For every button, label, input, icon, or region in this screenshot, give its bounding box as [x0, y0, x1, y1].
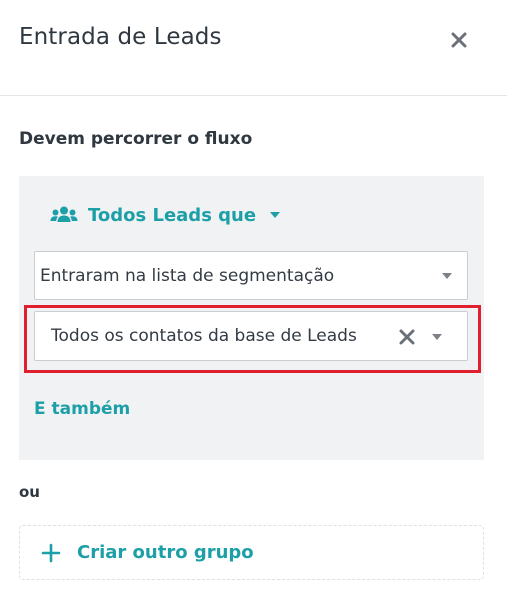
- condition-group: Todos Leads que Entraram na lista de seg…: [19, 176, 484, 460]
- group-header-dropdown[interactable]: Todos Leads que: [50, 202, 281, 228]
- close-icon[interactable]: [446, 27, 472, 53]
- condition-select-value: Entraram na lista de segmentação: [40, 265, 335, 286]
- panel-header: Entrada de Leads: [0, 0, 507, 96]
- create-group-button[interactable]: Criar outro grupo: [19, 525, 484, 580]
- section-label: Devem percorrer o fluxo: [19, 129, 253, 149]
- segmentation-condition-select[interactable]: Entraram na lista de segmentação: [34, 251, 468, 300]
- or-separator: ou: [19, 483, 40, 501]
- and-also-link[interactable]: E também: [34, 399, 130, 419]
- dropdown-arrow-icon: [442, 273, 452, 279]
- caret-down-icon: [270, 212, 281, 218]
- list-select-value: Todos os contatos da base de Leads: [51, 326, 357, 346]
- create-group-label: Criar outro grupo: [77, 542, 254, 563]
- plus-icon: [41, 543, 61, 562]
- segmentation-list-select[interactable]: Todos os contatos da base de Leads: [34, 311, 468, 361]
- panel-title: Entrada de Leads: [19, 24, 222, 50]
- dropdown-arrow-icon: [432, 334, 442, 340]
- clear-selection-icon[interactable]: [398, 328, 416, 346]
- people-icon: [50, 206, 78, 222]
- group-header-label: Todos Leads que: [88, 204, 257, 226]
